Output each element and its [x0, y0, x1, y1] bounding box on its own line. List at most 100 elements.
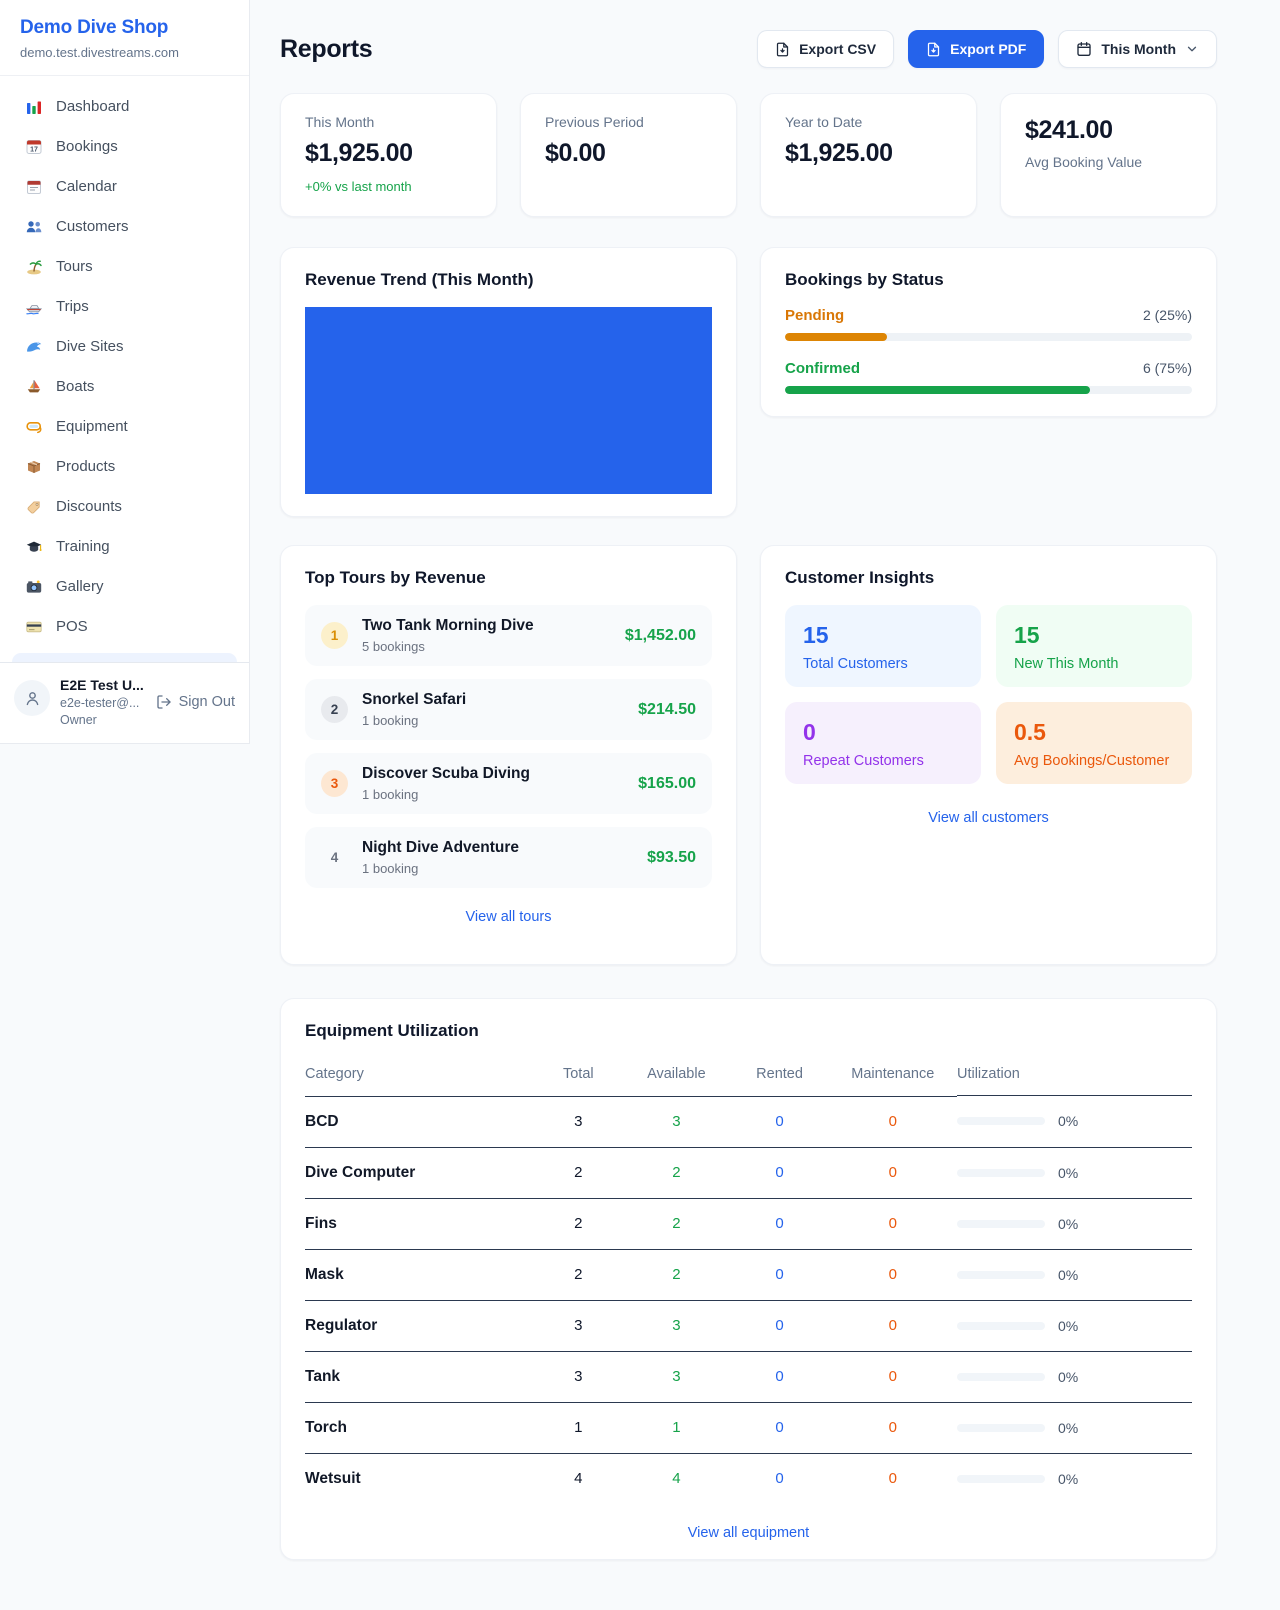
sign-out-button[interactable]: Sign Out [156, 694, 235, 710]
bookings-icon: 17 [24, 137, 43, 156]
cell-available: 1 [622, 1402, 730, 1453]
tour-name: Discover Scuba Diving [362, 765, 530, 783]
sidebar-item-label: Products [56, 458, 115, 475]
sidebar-item-dashboard[interactable]: Dashboard [10, 87, 239, 126]
user-role: Owner [60, 712, 144, 729]
brand-block: Demo Dive Shop demo.test.divestreams.com [0, 0, 249, 76]
sidebar-item-gallery[interactable]: Gallery [10, 567, 239, 606]
export-pdf-button[interactable]: Export PDF [908, 30, 1044, 68]
status-row-confirmed: Confirmed 6 (75%) [785, 360, 1192, 394]
tour-row: 1 Two Tank Morning Dive 5 bookings $1,45… [305, 605, 712, 666]
status-bar-track [785, 333, 1192, 341]
stat-card-year-to-date: Year to Date $1,925.00 [760, 93, 977, 217]
sign-out-icon [156, 694, 172, 710]
view-all-customers-link[interactable]: View all customers [785, 810, 1192, 826]
sidebar-item-reports-active-partial[interactable] [12, 653, 237, 662]
sidebar-item-label: Boats [56, 378, 94, 395]
bookings-status-title: Bookings by Status [785, 270, 1192, 290]
utilization-bar [957, 1424, 1045, 1432]
customer-insights-card: Customer Insights 15 Total Customers 15 … [760, 545, 1217, 965]
cell-rented: 0 [730, 1351, 828, 1402]
sidebar-item-bookings[interactable]: 17 Bookings [10, 127, 239, 166]
sidebar-item-training[interactable]: Training [10, 527, 239, 566]
cell-category: Mask [305, 1249, 534, 1300]
sidebar-item-pos[interactable]: POS [10, 607, 239, 646]
utilization-percent: 0% [1058, 1471, 1078, 1487]
sidebar-item-boats[interactable]: Boats [10, 367, 239, 406]
export-csv-button[interactable]: Export CSV [757, 30, 894, 68]
sidebar-item-products[interactable]: Products [10, 447, 239, 486]
cell-maintenance: 0 [829, 1096, 957, 1147]
dashboard-icon [24, 97, 43, 116]
stat-card-this-month: This Month $1,925.00 +0% vs last month [280, 93, 497, 217]
cell-rented: 0 [730, 1147, 828, 1198]
brand-name: Demo Dive Shop [20, 17, 229, 39]
sidebar-item-label: Gallery [56, 578, 104, 595]
tour-row: 4 Night Dive Adventure 1 booking $93.50 [305, 827, 712, 888]
revenue-trend-card: Revenue Trend (This Month) [280, 247, 737, 517]
view-all-equipment-link[interactable]: View all equipment [305, 1525, 1192, 1541]
sidebar-item-customers[interactable]: Customers [10, 207, 239, 246]
sidebar-item-label: Trips [56, 298, 89, 315]
rank-badge: 1 [321, 622, 348, 649]
sidebar-item-label: POS [56, 618, 88, 635]
cell-maintenance: 0 [829, 1351, 957, 1402]
sidebar-item-label: Tours [56, 258, 93, 275]
sidebar-item-label: Calendar [56, 178, 117, 195]
table-row: Fins 2 2 0 0 0% [305, 1198, 1192, 1249]
tour-bookings: 1 booking [362, 713, 466, 728]
products-icon [24, 457, 43, 476]
tour-revenue: $165.00 [638, 775, 696, 793]
cell-category: BCD [305, 1096, 534, 1147]
sidebar-item-equipment[interactable]: Equipment [10, 407, 239, 446]
equipment-icon [24, 417, 43, 436]
insights-row: Top Tours by Revenue 1 Two Tank Morning … [280, 545, 1217, 965]
table-row: Tank 3 3 0 0 0% [305, 1351, 1192, 1402]
stat-value: $1,925.00 [305, 139, 472, 168]
utilization-bar [957, 1220, 1045, 1228]
tour-revenue: $93.50 [647, 849, 696, 867]
table-header-row: Category Total Available Rented Maintena… [305, 1058, 1192, 1096]
revenue-trend-bar-chart [305, 307, 712, 494]
table-row: Wetsuit 4 4 0 0 0% [305, 1453, 1192, 1504]
tile-avg-bookings-per-customer: 0.5 Avg Bookings/Customer [996, 702, 1192, 784]
tile-value: 0.5 [1014, 719, 1174, 746]
stat-card-previous-period: Previous Period $0.00 [520, 93, 737, 217]
cell-available: 2 [622, 1147, 730, 1198]
equipment-utilization-card: Equipment Utilization Category Total Ava… [280, 998, 1217, 1560]
cell-maintenance: 0 [829, 1198, 957, 1249]
sidebar-item-trips[interactable]: Trips [10, 287, 239, 326]
revenue-trend-title: Revenue Trend (This Month) [305, 270, 712, 290]
training-icon [24, 537, 43, 556]
tour-name: Night Dive Adventure [362, 839, 519, 857]
stat-value: $1,925.00 [785, 139, 952, 168]
sidebar-item-label: Discounts [56, 498, 122, 515]
gallery-icon [24, 577, 43, 596]
sidebar-item-dive-sites[interactable]: Dive Sites [10, 327, 239, 366]
page-header: Reports Export CSV Export PDF This Month [280, 30, 1217, 68]
svg-text:17: 17 [30, 146, 38, 153]
stat-cards: This Month $1,925.00 +0% vs last month P… [280, 93, 1217, 217]
cell-maintenance: 0 [829, 1249, 957, 1300]
export-pdf-label: Export PDF [950, 41, 1026, 57]
cell-rented: 0 [730, 1096, 828, 1147]
sidebar-item-label: Customers [56, 218, 129, 235]
column-header-category: Category [305, 1058, 534, 1096]
column-header-rented: Rented [730, 1058, 828, 1096]
sidebar-item-tours[interactable]: Tours [10, 247, 239, 286]
tour-bookings: 1 booking [362, 861, 519, 876]
tour-revenue: $1,452.00 [625, 627, 696, 645]
cell-rented: 0 [730, 1249, 828, 1300]
column-header-available: Available [622, 1058, 730, 1096]
period-dropdown[interactable]: This Month [1058, 30, 1217, 68]
cell-available: 3 [622, 1351, 730, 1402]
table-row: Mask 2 2 0 0 0% [305, 1249, 1192, 1300]
status-row-pending: Pending 2 (25%) [785, 307, 1192, 341]
sidebar-item-calendar[interactable]: Calendar [10, 167, 239, 206]
sidebar-item-discounts[interactable]: Discounts [10, 487, 239, 526]
page-title: Reports [280, 35, 372, 64]
cell-maintenance: 0 [829, 1147, 957, 1198]
view-all-tours-link[interactable]: View all tours [305, 909, 712, 925]
cell-total: 3 [534, 1351, 622, 1402]
file-icon [775, 42, 790, 57]
